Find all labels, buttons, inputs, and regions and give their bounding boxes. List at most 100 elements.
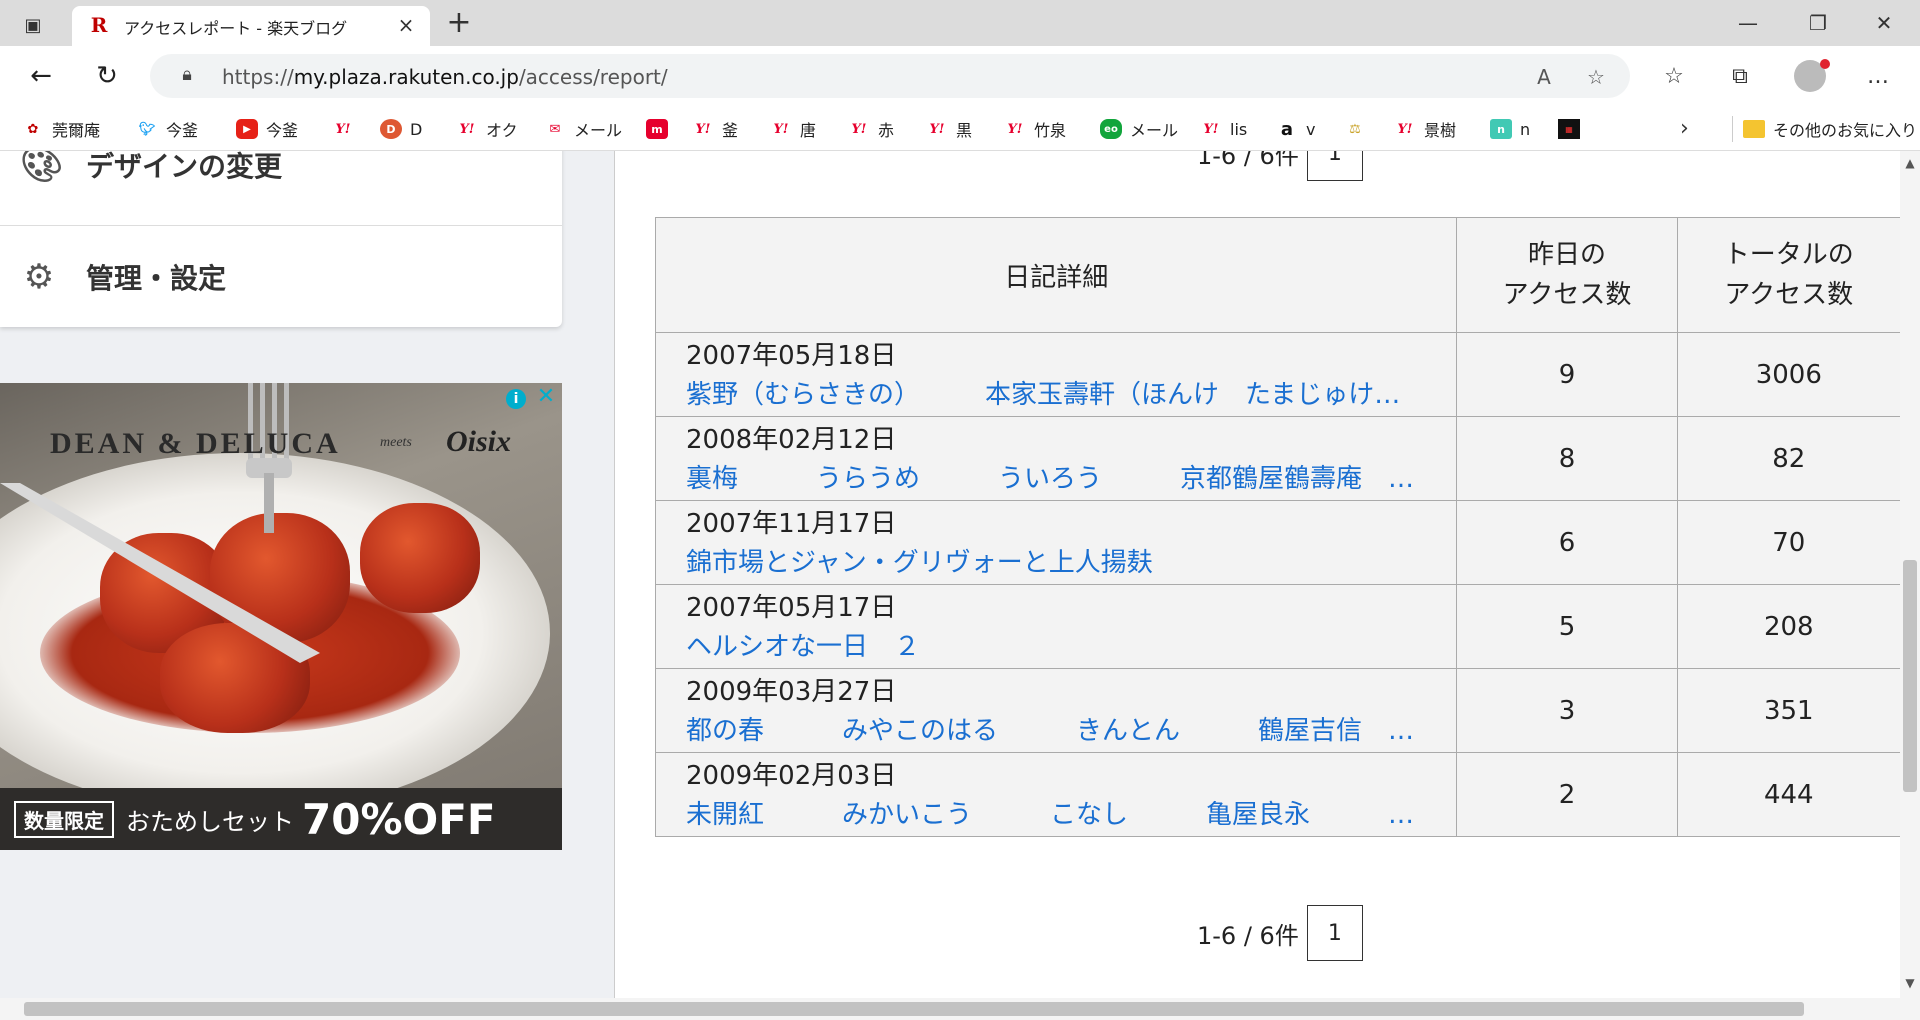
add-favorite-icon[interactable]: ☆ bbox=[1582, 63, 1610, 91]
access-report-table: 日記詳細 昨日の アクセス数 トータルの アクセス数 2007年05月18日 紫… bbox=[654, 217, 1900, 837]
bookmark-item[interactable]: Y! 竹泉 bbox=[1004, 116, 1067, 142]
yahoo-icon: Y! bbox=[459, 121, 475, 137]
tab-actions-icon[interactable]: ▣ bbox=[18, 10, 48, 40]
duckduckgo-icon: D bbox=[380, 119, 402, 139]
twitter-icon: 🐦︎ bbox=[138, 121, 156, 137]
bookmark-item[interactable]: Y! 釜 bbox=[692, 116, 739, 142]
bookmark-item[interactable]: ⚖ bbox=[1344, 116, 1374, 142]
palette-icon: 🎨︎ bbox=[20, 151, 64, 185]
entry-date: 2007年11月17日 bbox=[686, 509, 897, 539]
advertisement[interactable]: DEAN & DELUCA meets Oisix i ✕ 数量限定 おためしセ… bbox=[0, 383, 562, 850]
divider bbox=[0, 225, 562, 226]
bookmark-item[interactable]: Y! bbox=[332, 116, 362, 142]
yahoo-icon: Y! bbox=[851, 121, 867, 137]
page-select[interactable]: 1 bbox=[1306, 151, 1363, 181]
collections-icon[interactable]: ⧉ bbox=[1724, 62, 1756, 92]
bookmark-item[interactable]: m bbox=[646, 116, 676, 142]
bookmark-item[interactable]: eo メール bbox=[1100, 116, 1178, 142]
browser-toolbar: ← ↻ 🔒︎ https://my.plaza.rakuten.co.jp/ac… bbox=[0, 46, 1920, 106]
knife-icon bbox=[0, 483, 320, 663]
bookmark-item[interactable]: ✉ メール bbox=[544, 116, 622, 142]
more-menu-icon[interactable]: … bbox=[1862, 62, 1894, 92]
ad-discount: 70%OFF bbox=[302, 794, 496, 844]
refresh-icon[interactable]: ↻ bbox=[90, 60, 124, 94]
other-favorites-folder[interactable]: その他のお気に入り bbox=[1732, 116, 1917, 142]
read-aloud-icon[interactable]: A bbox=[1530, 63, 1558, 91]
tab-active[interactable]: R アクセスレポート - 楽天ブログ × bbox=[72, 6, 430, 46]
favorites-icon[interactable]: ☆ bbox=[1658, 62, 1690, 92]
page-select[interactable]: 1 bbox=[1306, 905, 1363, 961]
entry-link[interactable]: 紫野（むらさきの） 本家玉壽軒（ほんけ たまじゅけん） bbox=[686, 374, 1416, 411]
bookmark-item[interactable]: Y! オク bbox=[456, 116, 518, 142]
lock-icon[interactable]: 🔒︎ bbox=[176, 64, 198, 86]
bookmark-item[interactable]: ▶ 今釜 bbox=[236, 116, 298, 142]
bookmark-item[interactable]: Y! 黒 bbox=[926, 116, 973, 142]
close-window-icon[interactable]: ✕ bbox=[1864, 8, 1904, 38]
yahoo-icon: Y! bbox=[929, 121, 945, 137]
ad-food-image bbox=[360, 503, 480, 613]
minimize-icon[interactable]: — bbox=[1728, 8, 1768, 38]
total-count: 70 bbox=[1676, 500, 1900, 585]
bookmark-item[interactable]: DD bbox=[380, 116, 422, 142]
report-panel: 1-6 / 6件 1 日記詳細 昨日の アクセス数 トータルの アクセス数 20… bbox=[614, 151, 1900, 998]
bookmark-item[interactable]: av bbox=[1276, 116, 1316, 142]
restore-icon[interactable]: ❐ bbox=[1798, 8, 1838, 38]
pager-bottom: 1-6 / 6件 1 bbox=[1197, 905, 1363, 961]
rakuten-icon: ✿ bbox=[27, 121, 39, 137]
entry-date: 2007年05月18日 bbox=[686, 341, 897, 371]
address-bar[interactable]: 🔒︎ https://my.plaza.rakuten.co.jp/access… bbox=[150, 54, 1630, 98]
ad-banner[interactable]: 数量限定 おためしセット 70%OFF bbox=[0, 788, 562, 850]
entry-cell: 2009年02月03日 未開紅 みかいこう こなし 亀屋良永 ２００９ bbox=[654, 752, 1458, 837]
yesterday-count: 6 bbox=[1456, 500, 1678, 585]
yesterday-count: 8 bbox=[1456, 416, 1678, 501]
header-title: 日記詳細 bbox=[654, 217, 1458, 333]
amazon-icon: a bbox=[1280, 118, 1294, 140]
bookmark-item[interactable]: Y! 唐 bbox=[770, 116, 817, 142]
entry-link[interactable]: ヘルシオな一日 ２ bbox=[686, 626, 1416, 663]
sidebar-item-settings[interactable]: ⚙ 管理・設定 bbox=[20, 247, 226, 307]
table-row: 2007年05月17日 ヘルシオな一日 ２ 5 208 bbox=[654, 584, 1900, 669]
yahoo-icon: Y! bbox=[773, 121, 789, 137]
entry-link[interactable]: 未開紅 みかいこう こなし 亀屋良永 ２００９ bbox=[686, 794, 1416, 831]
tab-title: アクセスレポート - 楽天ブログ bbox=[124, 19, 348, 38]
ad-meets: meets bbox=[380, 435, 412, 450]
entry-date: 2009年02月03日 bbox=[686, 761, 897, 791]
yahoo-icon: Y! bbox=[1007, 121, 1023, 137]
bookmark-item[interactable]: ✿ 莞爾庵 bbox=[22, 116, 100, 142]
gear-icon: ⚙ bbox=[23, 257, 55, 297]
bookmark-item[interactable]: Y! 赤 bbox=[848, 116, 895, 142]
scroll-up-icon[interactable]: ▲ bbox=[1900, 156, 1920, 170]
entry-link[interactable]: 錦市場とジャン・グリヴォーと上人揚麸 bbox=[686, 542, 1416, 579]
table-row: 2007年05月18日 紫野（むらさきの） 本家玉壽軒（ほんけ たまじゅけん） … bbox=[654, 332, 1900, 417]
entry-cell: 2007年11月17日 錦市場とジャン・グリヴォーと上人揚麸 bbox=[654, 500, 1458, 585]
back-icon[interactable]: ← bbox=[24, 60, 58, 94]
horizontal-scroll-thumb[interactable] bbox=[24, 1002, 1804, 1016]
bookmark-item[interactable]: ▦ bbox=[1558, 116, 1588, 142]
bookmark-item[interactable]: Y! lis bbox=[1200, 116, 1248, 142]
header-yesterday: 昨日の アクセス数 bbox=[1456, 217, 1678, 333]
page-content: 🎨︎ デザインの変更 ⚙ 管理・設定 DEAN & DELUCA meets O… bbox=[0, 151, 1900, 998]
ad-close-icon[interactable]: ✕ bbox=[534, 385, 558, 409]
entry-link[interactable]: 都の春 みやこのはる きんとん 鶴屋吉信 つるや bbox=[686, 710, 1416, 747]
sidebar-item-design[interactable]: 🎨︎ デザインの変更 bbox=[20, 151, 282, 195]
bookmark-item[interactable]: Y! 景樹 bbox=[1394, 116, 1457, 142]
chevron-right-icon[interactable]: › bbox=[1680, 116, 1689, 141]
yahoo-icon: Y! bbox=[1397, 121, 1413, 137]
entry-date: 2009年03月27日 bbox=[686, 677, 897, 707]
new-tab-icon[interactable]: + bbox=[442, 8, 476, 38]
entry-link[interactable]: 裏梅 うらうめ ういろう 京都鶴屋鶴壽庵 うろう bbox=[686, 458, 1416, 495]
total-count: 351 bbox=[1676, 668, 1900, 753]
vertical-scroll-thumb[interactable] bbox=[1903, 560, 1917, 792]
table-row: 2007年11月17日 錦市場とジャン・グリヴォーと上人揚麸 6 70 bbox=[654, 500, 1900, 585]
scroll-down-icon[interactable]: ▼ bbox=[1900, 976, 1920, 990]
entry-cell: 2007年05月18日 紫野（むらさきの） 本家玉壽軒（ほんけ たまじゅけん） bbox=[654, 332, 1458, 417]
tab-bar: ▣ R アクセスレポート - 楽天ブログ × + — ❐ ✕ bbox=[0, 0, 1920, 46]
ad-info-icon[interactable]: i bbox=[506, 389, 526, 409]
bookmark-item[interactable]: 🐦︎ 今釜 bbox=[136, 116, 198, 142]
yahoo-icon: Y! bbox=[695, 121, 711, 137]
url-text[interactable]: https://my.plaza.rakuten.co.jp/access/re… bbox=[222, 65, 668, 89]
pager-top: 1-6 / 6件 1 bbox=[1197, 151, 1363, 181]
tab-close-icon[interactable]: × bbox=[394, 13, 418, 37]
bookmark-item[interactable]: nn bbox=[1490, 116, 1530, 142]
table-row: 2009年02月03日 未開紅 みかいこう こなし 亀屋良永 ２００９ 2 44… bbox=[654, 752, 1900, 837]
